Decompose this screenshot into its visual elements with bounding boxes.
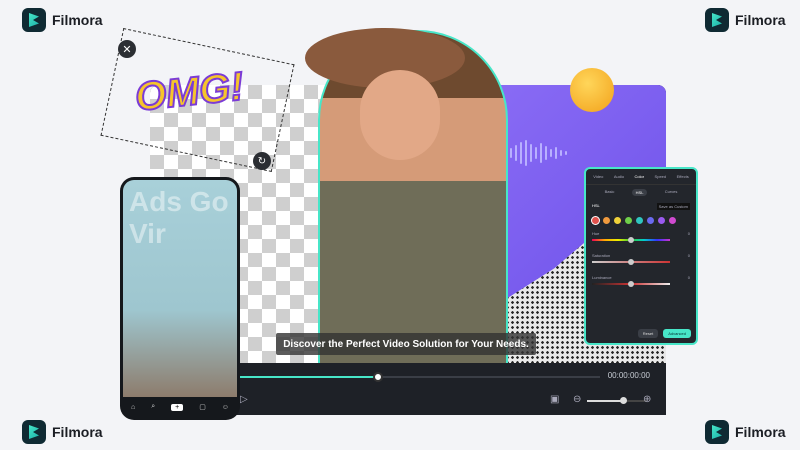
filmora-logo-top-right: Filmora — [705, 8, 786, 32]
profile-icon[interactable]: ☺ — [222, 404, 229, 411]
swatch-red[interactable] — [592, 217, 599, 224]
swatch-purple[interactable] — [658, 217, 665, 224]
home-icon[interactable]: ⌂ — [131, 404, 135, 411]
party-emoji-icon — [570, 68, 614, 112]
tab-effects[interactable]: Effects — [677, 174, 689, 179]
saturation-value[interactable]: 0 — [688, 253, 690, 258]
timecode: 00:00:00:00 — [607, 371, 650, 380]
inbox-icon[interactable]: ▢ — [199, 403, 206, 411]
filmora-logo-icon — [22, 8, 46, 32]
subtab-hsl[interactable]: HSL — [631, 189, 648, 196]
progress-fill — [230, 376, 378, 378]
swatch-blue[interactable] — [647, 217, 654, 224]
phone-overlay-text: Ads Go Vir — [129, 186, 229, 249]
swatch-green[interactable] — [625, 217, 632, 224]
filmora-logo-bottom-right: Filmora — [705, 420, 786, 444]
subtitle-caption[interactable]: Discover the Perfect Video Solution for … — [276, 333, 536, 355]
color-swatches — [586, 213, 696, 228]
tab-speed[interactable]: Speed — [655, 174, 667, 179]
hue-slider[interactable] — [592, 237, 670, 243]
reset-button[interactable]: Reset — [637, 329, 659, 338]
zoom-out-icon[interactable]: ⊖ — [573, 394, 581, 405]
tab-audio[interactable]: Audio — [614, 174, 624, 179]
fullscreen-icon[interactable]: ▣ — [550, 394, 559, 405]
luminance-label: Luminance — [592, 275, 612, 280]
zoom-in-icon[interactable]: ⊕ — [643, 394, 651, 405]
zoom-slider[interactable] — [587, 397, 647, 404]
hue-value[interactable]: 0 — [688, 231, 690, 236]
play-icon[interactable]: ▷ — [240, 394, 248, 405]
rotate-icon[interactable]: ↻ — [253, 152, 271, 170]
saturation-label: Saturation — [592, 253, 611, 258]
swatch-magenta[interactable] — [669, 217, 676, 224]
playhead-handle[interactable] — [373, 372, 383, 382]
subject-face — [360, 70, 440, 160]
luminance-slider[interactable] — [592, 281, 670, 287]
hue-label: Hue — [592, 231, 600, 236]
close-icon[interactable]: ✕ — [118, 40, 136, 58]
filmora-logo-bottom-left: Filmora — [22, 420, 103, 444]
logo-text: Filmora — [735, 424, 786, 440]
tab-video[interactable]: Video — [593, 174, 603, 179]
color-panel: Video Audio Color Speed Effects Basic HS… — [584, 167, 698, 345]
hsl-toggle[interactable]: HSL — [592, 203, 600, 210]
filmora-logo-icon — [705, 8, 729, 32]
logo-text: Filmora — [52, 12, 103, 28]
tab-color[interactable]: Color — [635, 174, 645, 179]
save-as-custom-button[interactable]: Save as Custom — [656, 203, 690, 210]
phone-video: Ads Go Vir — [123, 180, 237, 397]
logo-text: Filmora — [735, 12, 786, 28]
search-icon[interactable]: ⌕ — [151, 403, 155, 411]
subtab-curves[interactable]: Curves — [665, 189, 678, 196]
audio-waveform-icon — [505, 140, 567, 166]
logo-text: Filmora — [52, 424, 103, 440]
swatch-orange[interactable] — [603, 217, 610, 224]
swatch-yellow[interactable] — [614, 217, 621, 224]
saturation-slider[interactable] — [592, 259, 670, 265]
filmora-logo-icon — [705, 420, 729, 444]
advanced-button[interactable]: Advanced — [663, 329, 691, 338]
phone-mockup: Ads Go Vir ⌂ ⌕ + ▢ ☺ — [120, 177, 240, 420]
subtab-basic[interactable]: Basic — [605, 189, 615, 196]
add-icon[interactable]: + — [171, 403, 184, 411]
filmora-logo-top-left: Filmora — [22, 8, 103, 32]
progress-track[interactable] — [230, 372, 600, 382]
swatch-cyan[interactable] — [636, 217, 643, 224]
filmora-logo-icon — [22, 420, 46, 444]
luminance-value[interactable]: 0 — [688, 275, 690, 280]
